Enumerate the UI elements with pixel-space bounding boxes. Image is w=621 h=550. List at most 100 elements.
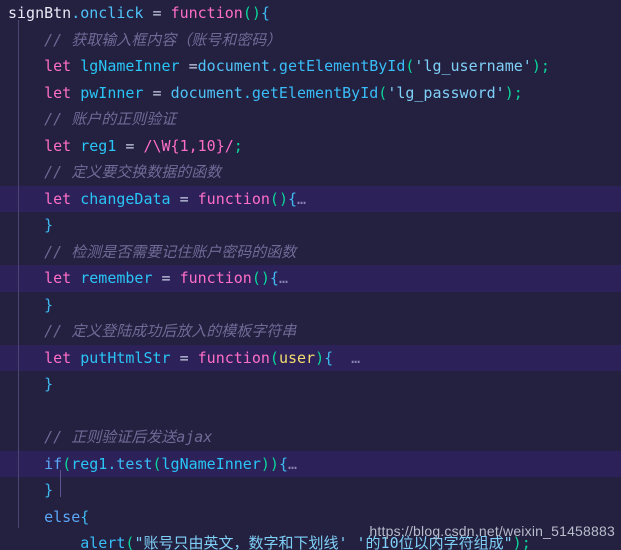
code-line[interactable]: } [0,212,621,239]
code-line[interactable]: // 定义要交换数据的函数 [0,159,621,186]
code-token: .getElementById [242,83,379,102]
code-token: … [333,348,361,367]
code-token: // 定义登陆成功后放入的模板字符串 [8,322,297,340]
code-token: ; [513,83,523,102]
code-line[interactable]: // 检测是否需要记住账户密码的函数 [0,239,621,266]
code-token: ) [315,348,325,367]
code-token: document [170,83,243,102]
code-token: ) [251,4,261,22]
code-line[interactable]: // 定义登陆成功后放入的模板字符串 [0,318,621,345]
code-token: function [179,269,252,287]
code-token: = [170,348,198,367]
code-token: // 正则验证后发送ajax [8,428,213,446]
csdn-watermark: https://blog.csdn.net/weixin_51458883 [369,522,615,539]
code-token: user [278,348,316,367]
code-token: 'lg_username' [414,57,532,75]
code-token: = [143,83,171,102]
code-line[interactable]: } [0,371,621,398]
code-content[interactable]: signBtn.onclick = function(){ // 获取输入框内容… [0,0,621,550]
code-token: // 定义要交换数据的函数 [8,163,222,181]
code-token: if [44,454,63,473]
code-token: ( [378,83,388,102]
code-token: } [44,481,54,499]
code-token: reg1 [80,136,117,155]
code-token: let [44,57,72,75]
code-token: } [44,295,54,314]
code-token: .onclick [71,4,144,22]
code-token: ) [504,83,514,102]
code-line[interactable]: // 账户的正则验证 [0,106,621,133]
code-token: { [287,189,297,208]
code-token: let [44,348,72,367]
code-line[interactable]: } [0,477,621,504]
code-line[interactable]: signBtn.onclick = function(){ [0,0,621,27]
code-line[interactable] [0,398,621,425]
code-token: … [287,454,297,473]
code-line-folded[interactable]: let putHtmlStr = function(user){ … [0,344,621,371]
code-token: let [44,83,72,102]
code-token: { [278,454,288,473]
code-token: = [170,189,198,208]
code-token: ) [278,189,288,208]
code-token: .test [107,454,153,473]
code-token: pwInner [80,83,144,102]
code-token: document [197,57,270,75]
code-token: function [197,348,270,367]
code-line[interactable]: let lgNameInner =document.getElementById… [0,53,621,80]
code-token: ( [269,189,279,208]
code-line[interactable]: let pwInner = document.getElementById('l… [0,80,621,107]
code-line-folded[interactable]: let remember = function(){… [0,265,621,292]
code-line[interactable]: // 正则验证后发送ajax [0,424,621,451]
code-token: { [324,348,334,367]
code-line-folded[interactable]: let changeData = function(){… [0,185,621,212]
code-token: changeData [80,189,171,208]
code-token: = [116,136,144,155]
code-line[interactable]: let reg1 = /\W{1,10}/; [0,133,621,160]
code-token: alert [80,534,126,550]
code-line-folded[interactable]: if(reg1.test(lgNameInner)){… [0,450,621,477]
code-editor-pane[interactable]: signBtn.onclick = function(){ // 获取输入框内容… [0,0,621,550]
code-token: ( [251,269,261,287]
code-token: putHtmlStr [80,348,171,367]
code-token: … [278,269,288,287]
code-token: = [152,269,180,287]
code-token: ) [260,269,270,287]
code-token: = [143,4,171,22]
code-token: let [44,189,72,208]
code-token: let [44,136,72,155]
code-token: … [297,189,307,208]
code-token: ( [152,454,162,473]
code-line[interactable]: // 获取输入框内容（账号和密码） [0,27,621,54]
code-token: remember [80,269,153,287]
code-token: .getElementById [269,57,406,75]
code-token: else [44,507,81,526]
code-token: { [260,4,270,22]
code-token: // 账户的正则验证 [8,110,177,128]
code-token: // 检测是否需要记住账户密码的函数 [8,242,297,261]
code-token: reg1 [71,454,108,473]
code-token: lgNameInner [80,57,180,75]
code-token: lgNameInner [161,454,261,473]
code-line[interactable]: } [0,292,621,319]
code-token: function [170,4,243,22]
code-token: ) [269,454,279,473]
code-token: // 获取输入框内容（账号和密码） [8,30,282,49]
code-token: } [44,375,54,393]
